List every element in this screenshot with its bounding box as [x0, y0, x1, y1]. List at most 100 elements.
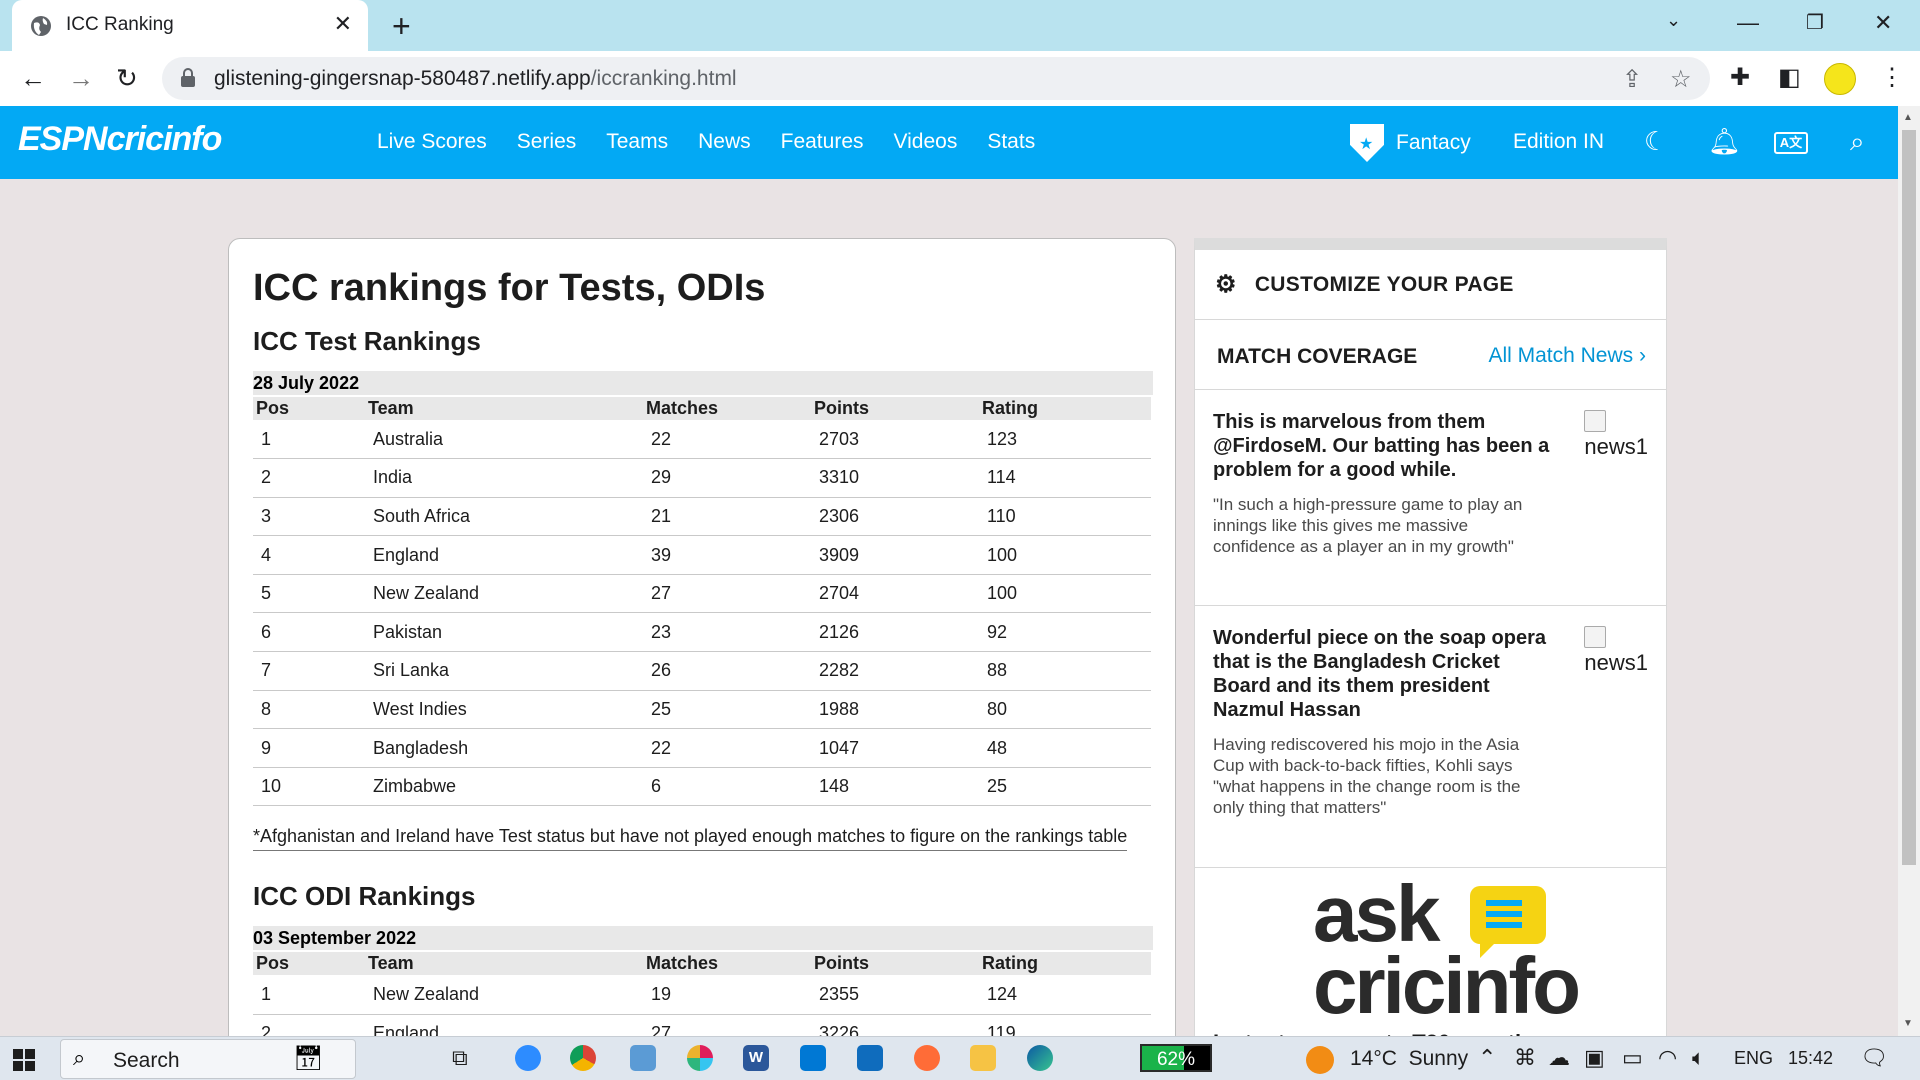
task-view-icon[interactable]: ⧉ [452, 1045, 468, 1071]
edge-app-icon[interactable] [1027, 1045, 1053, 1071]
news-headline[interactable]: This is marvelous from them @FirdoseM. O… [1213, 410, 1553, 482]
minimize-icon[interactable]: — [1737, 10, 1759, 36]
cell-team: India [365, 458, 643, 498]
clock-time[interactable]: 15:42 [1788, 1048, 1833, 1069]
cell-pos: 3 [253, 497, 365, 537]
table-header-row: Pos Team Matches Points Rating [253, 950, 1151, 976]
tray-chevron-up-icon[interactable]: ⌃ [1478, 1045, 1496, 1071]
vscode-app-icon[interactable] [800, 1045, 826, 1071]
cell-rating: 123 [979, 420, 1151, 460]
reload-icon[interactable]: ↻ [116, 63, 138, 94]
news-headline[interactable]: Wonderful piece on the soap opera that i… [1213, 626, 1553, 722]
scroll-down-icon[interactable]: ▼ [1903, 1018, 1913, 1029]
edition-selector[interactable]: Edition IN [1513, 130, 1604, 154]
fantasy-link[interactable]: Fantacy [1350, 124, 1471, 162]
forward-icon[interactable]: → [68, 63, 94, 94]
dark-mode-moon-icon[interactable]: ☾ [1644, 126, 1667, 157]
browser-toolbar: ← → ↻ glistening-gingersnap-580487.netli… [0, 51, 1920, 106]
tab-title: ICC Ranking [66, 14, 174, 35]
url-path: /iccranking.html [590, 67, 737, 90]
chrome-app-icon[interactable] [570, 1045, 596, 1071]
cell-matches: 22 [643, 420, 811, 460]
all-match-news-link[interactable]: All Match News › [1488, 344, 1646, 368]
battery-tray-icon[interactable]: ▭ [1622, 1045, 1643, 1071]
cell-rating: 88 [979, 651, 1151, 691]
sun-weather-icon [1306, 1046, 1334, 1074]
nav-news[interactable]: News [698, 130, 751, 154]
cell-points: 3909 [811, 535, 979, 575]
tray-app-icon[interactable]: ⌘ [1514, 1045, 1536, 1071]
news-item[interactable]: Wonderful piece on the soap opera that i… [1195, 606, 1666, 868]
nav-stats[interactable]: Stats [987, 130, 1035, 154]
test-rankings-body: 1 Australia 22 2703 123 2 India 29 3310 114 3 South… [253, 420, 1151, 807]
cell-pos: 1 [253, 975, 365, 1015]
scrollbar-thumb[interactable] [1902, 130, 1916, 865]
language-icon[interactable]: A文 [1774, 132, 1808, 154]
windows-start-icon[interactable] [13, 1049, 35, 1071]
ask-cricinfo-promo[interactable]: ask cricinfo Instant answers to T20 ques… [1195, 868, 1666, 1056]
onedrive-cloud-icon[interactable]: ☁ [1548, 1045, 1570, 1071]
address-bar[interactable]: glistening-gingersnap-580487.netlify.app… [162, 57, 1710, 100]
cell-points: 3310 [811, 458, 979, 498]
new-tab-icon[interactable]: + [392, 8, 411, 45]
nav-series[interactable]: Series [517, 130, 577, 154]
window-close-icon[interactable]: ✕ [1874, 10, 1892, 36]
mail-app-icon[interactable] [857, 1045, 883, 1071]
file-explorer-icon[interactable] [970, 1045, 996, 1071]
search-icon: ⌕ [73, 1045, 86, 1070]
search-icon[interactable]: ⌕ [1850, 126, 1865, 158]
nav-videos[interactable]: Videos [894, 130, 958, 154]
zoom-app-icon[interactable] [515, 1045, 541, 1071]
file-app-icon[interactable] [630, 1045, 656, 1071]
volume-icon[interactable]: 🔈︎ [1692, 1045, 1705, 1071]
espncricinfo-logo[interactable]: ESPNcricinfo [18, 120, 222, 159]
col-points: Points [811, 950, 979, 976]
notifications-bell-icon[interactable]: 🔔︎ [1708, 126, 1741, 157]
extensions-puzzle-icon[interactable]: ✚ [1730, 63, 1750, 92]
scroll-up-icon[interactable]: ▲ [1903, 112, 1913, 123]
page-title: ICC rankings for Tests, ODIs [253, 267, 766, 309]
word-app-icon[interactable]: W [743, 1045, 769, 1071]
language-indicator[interactable]: ENG [1734, 1048, 1773, 1069]
nav-teams[interactable]: Teams [606, 130, 668, 154]
news-thumbnail[interactable]: news1 [1584, 410, 1648, 460]
back-icon[interactable]: ← [20, 63, 46, 94]
nav-features[interactable]: Features [781, 130, 864, 154]
weather-text[interactable]: 14°C Sunny [1350, 1047, 1468, 1071]
tab-search-icon[interactable]: ⌄ [1666, 10, 1681, 31]
side-panel-icon[interactable]: ◧ [1778, 63, 1801, 92]
cell-team: New Zealand [365, 975, 643, 1015]
col-rating: Rating [979, 950, 1151, 976]
restore-icon[interactable]: ❐ [1806, 10, 1824, 35]
notification-center-icon[interactable]: 🗨︎ [1860, 1045, 1888, 1071]
battery-indicator[interactable]: 62% [1140, 1044, 1212, 1072]
speech-bubble-icon [1470, 886, 1546, 958]
news-thumbnail-alt: news1 [1584, 650, 1648, 675]
customize-page-button[interactable]: ⚙ CUSTOMIZE YOUR PAGE [1195, 250, 1666, 320]
screen-icon[interactable]: ▣ [1584, 1045, 1605, 1071]
news-item[interactable]: This is marvelous from them @FirdoseM. O… [1195, 390, 1666, 606]
postman-app-icon[interactable] [914, 1045, 940, 1071]
col-matches: Matches [643, 395, 811, 420]
share-icon[interactable]: ⇪ [1622, 65, 1642, 94]
slack-app-icon[interactable] [687, 1045, 713, 1071]
all-match-news-label: All Match News [1488, 344, 1634, 367]
table-row: 5 New Zealand 27 2704 100 [253, 574, 1151, 614]
profile-avatar[interactable] [1824, 63, 1856, 95]
browser-tab[interactable]: ICC Ranking ✕ [12, 0, 368, 51]
page-scrollbar[interactable]: ▲ ▼ [1898, 106, 1920, 1036]
menu-kebab-icon[interactable]: ⋮ [1880, 63, 1904, 92]
news-thumbnail[interactable]: news1 [1584, 626, 1648, 676]
bookmark-star-icon[interactable]: ☆ [1670, 65, 1692, 94]
tab-close-icon[interactable]: ✕ [334, 11, 352, 37]
table-row: 4 England 39 3909 100 [253, 535, 1151, 575]
table-row: 1 Australia 22 2703 123 [253, 420, 1151, 460]
cell-rating: 48 [979, 728, 1151, 768]
news-summary: Having rediscovered his mojo in the Asia… [1213, 735, 1521, 817]
cell-matches: 29 [643, 458, 811, 498]
nav-live-scores[interactable]: Live Scores [377, 130, 487, 154]
battery-percent: 62% [1156, 1049, 1196, 1070]
wifi-icon[interactable]: ◠ [1658, 1045, 1677, 1071]
cell-rating: 110 [979, 497, 1151, 537]
taskbar-search-box[interactable]: ⌕ Search 📅︎ [60, 1039, 356, 1079]
